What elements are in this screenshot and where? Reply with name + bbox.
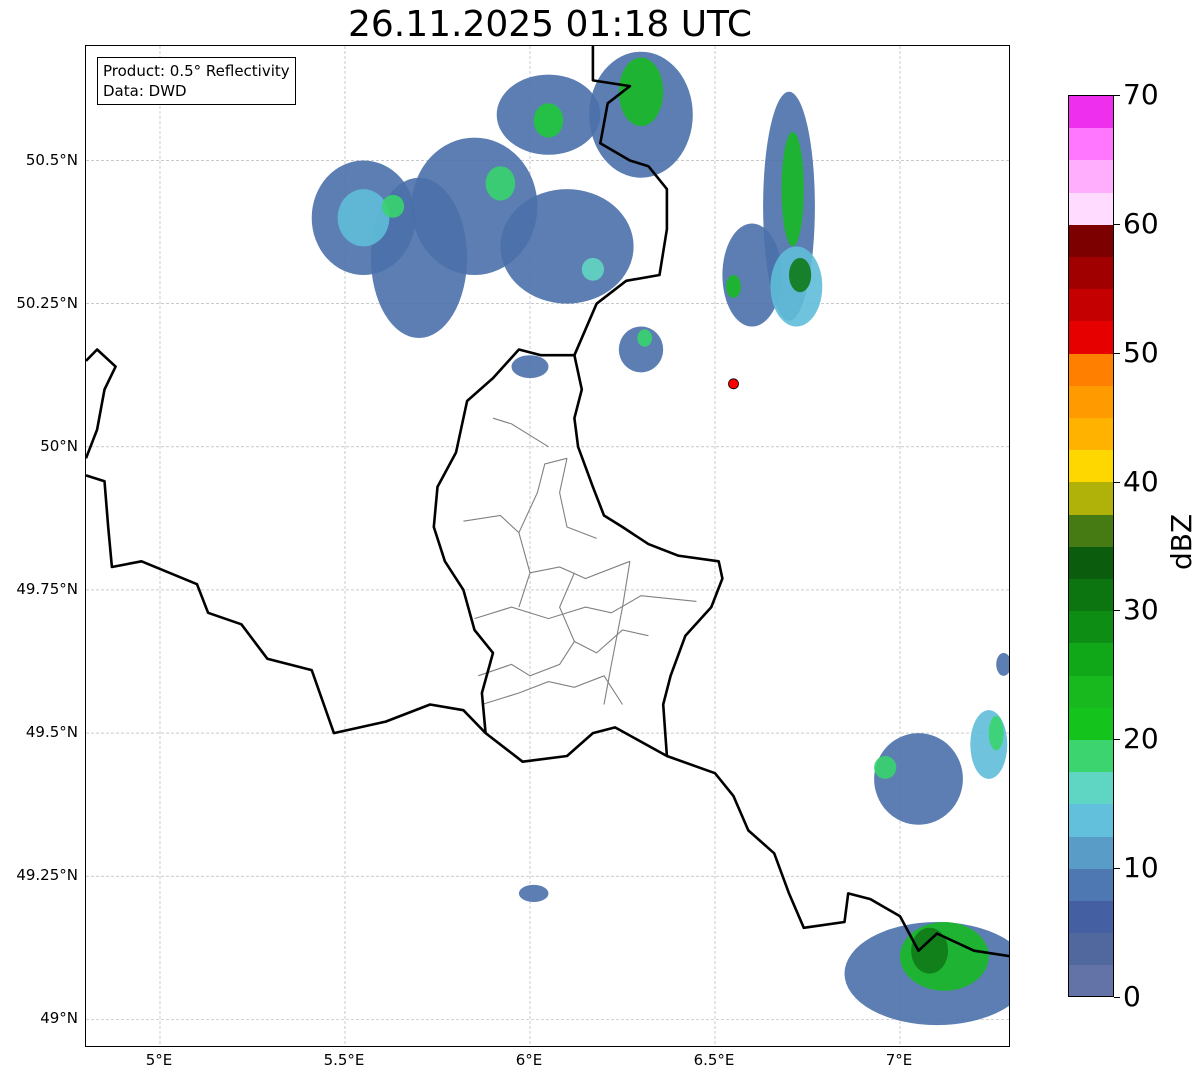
colorbar-segment xyxy=(1069,740,1113,773)
lat-tick-label: 50°N xyxy=(40,436,78,455)
colorbar-segment xyxy=(1069,450,1113,483)
colorbar-segment xyxy=(1069,514,1113,547)
marker-layer xyxy=(728,378,739,390)
country-border xyxy=(86,348,117,459)
colorbar-segment xyxy=(1069,836,1113,869)
map-canvas xyxy=(86,46,1009,1046)
colorbar-segment xyxy=(1069,385,1113,419)
colorbar-segment xyxy=(1069,353,1113,386)
colorbar-segment xyxy=(1069,772,1113,805)
colorbar-segment xyxy=(1069,192,1113,225)
colorbar xyxy=(1068,95,1114,997)
colorbar-segment xyxy=(1069,804,1113,837)
lat-tick-label: 50.5°N xyxy=(25,150,78,169)
precip-cell xyxy=(996,652,1009,676)
precip-cell xyxy=(637,329,653,347)
precip-cell xyxy=(511,355,549,379)
colorbar-tick xyxy=(1114,610,1120,612)
colorbar-tick-label: 40 xyxy=(1123,464,1159,498)
canton-borders xyxy=(463,417,697,706)
lon-tick-label: 5°E xyxy=(145,1051,173,1069)
lat-tick-label: 50.25°N xyxy=(16,293,78,312)
colorbar-segment xyxy=(1069,96,1113,129)
precip-cell xyxy=(518,884,549,902)
country-border xyxy=(86,474,1009,958)
colorbar-tick xyxy=(1114,481,1120,483)
precip-cell xyxy=(726,275,741,298)
precip-cell xyxy=(781,131,804,247)
map-title: 26.11.2025 01:18 UTC xyxy=(347,4,753,45)
canton-border xyxy=(463,514,631,580)
colorbar-segment xyxy=(1069,482,1113,515)
colorbar-unit-label: dBZ xyxy=(1165,513,1198,570)
product-label: Product: 0.5° Reflectivity xyxy=(103,62,290,80)
canton-border xyxy=(478,629,649,677)
precip-cell xyxy=(337,189,390,247)
colorbar-segment xyxy=(1069,321,1113,354)
canton-border xyxy=(603,561,631,705)
lat-tick-label: 49.75°N xyxy=(16,579,78,598)
colorbar-segment xyxy=(1069,707,1113,741)
colorbar-segment xyxy=(1069,289,1113,322)
canton-border xyxy=(474,595,697,620)
colorbar-tick-label: 30 xyxy=(1123,593,1159,627)
precip-cell xyxy=(581,257,604,281)
colorbar-segment xyxy=(1069,418,1113,451)
colorbar-segment xyxy=(1069,224,1113,258)
colorbar-segment xyxy=(1069,128,1113,161)
radar-map[interactable] xyxy=(85,45,1010,1047)
precip-cell xyxy=(911,927,949,974)
colorbar-tick xyxy=(1114,95,1120,96)
colorbar-segment xyxy=(1069,675,1113,708)
colorbar-tick xyxy=(1114,739,1120,741)
lat-tick-label: 49°N xyxy=(40,1009,78,1028)
lon-tick-label: 7°E xyxy=(885,1051,913,1069)
colorbar-segment xyxy=(1069,965,1113,996)
lat-tick-label: 49.25°N xyxy=(16,866,78,885)
colorbar-tick xyxy=(1114,223,1120,225)
colorbar-segment xyxy=(1069,901,1113,934)
precip-cell xyxy=(500,189,634,304)
colorbar-tick-label: 60 xyxy=(1123,206,1159,240)
colorbar-segment xyxy=(1069,546,1113,580)
precip-cell xyxy=(988,715,1004,751)
precip-cell xyxy=(874,755,897,779)
country-borders xyxy=(86,46,1009,958)
colorbar-segment xyxy=(1069,868,1113,902)
precip-cell xyxy=(618,57,664,127)
canton-border xyxy=(481,675,623,706)
canton-border xyxy=(559,458,597,539)
colorbar-tick-label: 20 xyxy=(1123,722,1159,756)
info-box: Product: 0.5° Reflectivity Data: DWD xyxy=(97,57,296,105)
radar-site-marker xyxy=(728,378,739,390)
data-source-label: Data: DWD xyxy=(103,82,187,100)
precip-cell xyxy=(382,194,405,218)
canton-border xyxy=(559,572,575,642)
precip-cell xyxy=(533,103,564,138)
colorbar-segment xyxy=(1069,933,1113,966)
precip-cell xyxy=(874,733,963,825)
country-border xyxy=(432,348,724,757)
lon-tick-label: 6°E xyxy=(515,1051,543,1069)
colorbar-segment xyxy=(1069,643,1113,676)
colorbar-tick xyxy=(1114,997,1120,998)
colorbar-segment xyxy=(1069,579,1113,612)
precip-cell xyxy=(789,257,812,293)
lat-tick-label: 49.5°N xyxy=(25,723,78,742)
colorbar-segment xyxy=(1069,257,1113,290)
precip-cell xyxy=(970,710,1008,779)
colorbar-segment xyxy=(1069,160,1113,193)
colorbar-tick-label: 0 xyxy=(1123,980,1141,1013)
canton-border xyxy=(492,417,549,448)
lon-tick-label: 6.5°E xyxy=(693,1051,735,1069)
lon-tick-label: 5.5°E xyxy=(323,1051,365,1069)
precip-cell xyxy=(485,166,516,201)
colorbar-tick xyxy=(1114,868,1120,870)
precipitation-layer xyxy=(311,51,1009,1026)
colorbar-tick-label: 10 xyxy=(1123,851,1159,885)
colorbar-tick xyxy=(1114,352,1120,354)
colorbar-segment xyxy=(1069,611,1113,644)
colorbar-tick-label: 70 xyxy=(1123,78,1159,111)
colorbar-tick-label: 50 xyxy=(1123,335,1159,369)
